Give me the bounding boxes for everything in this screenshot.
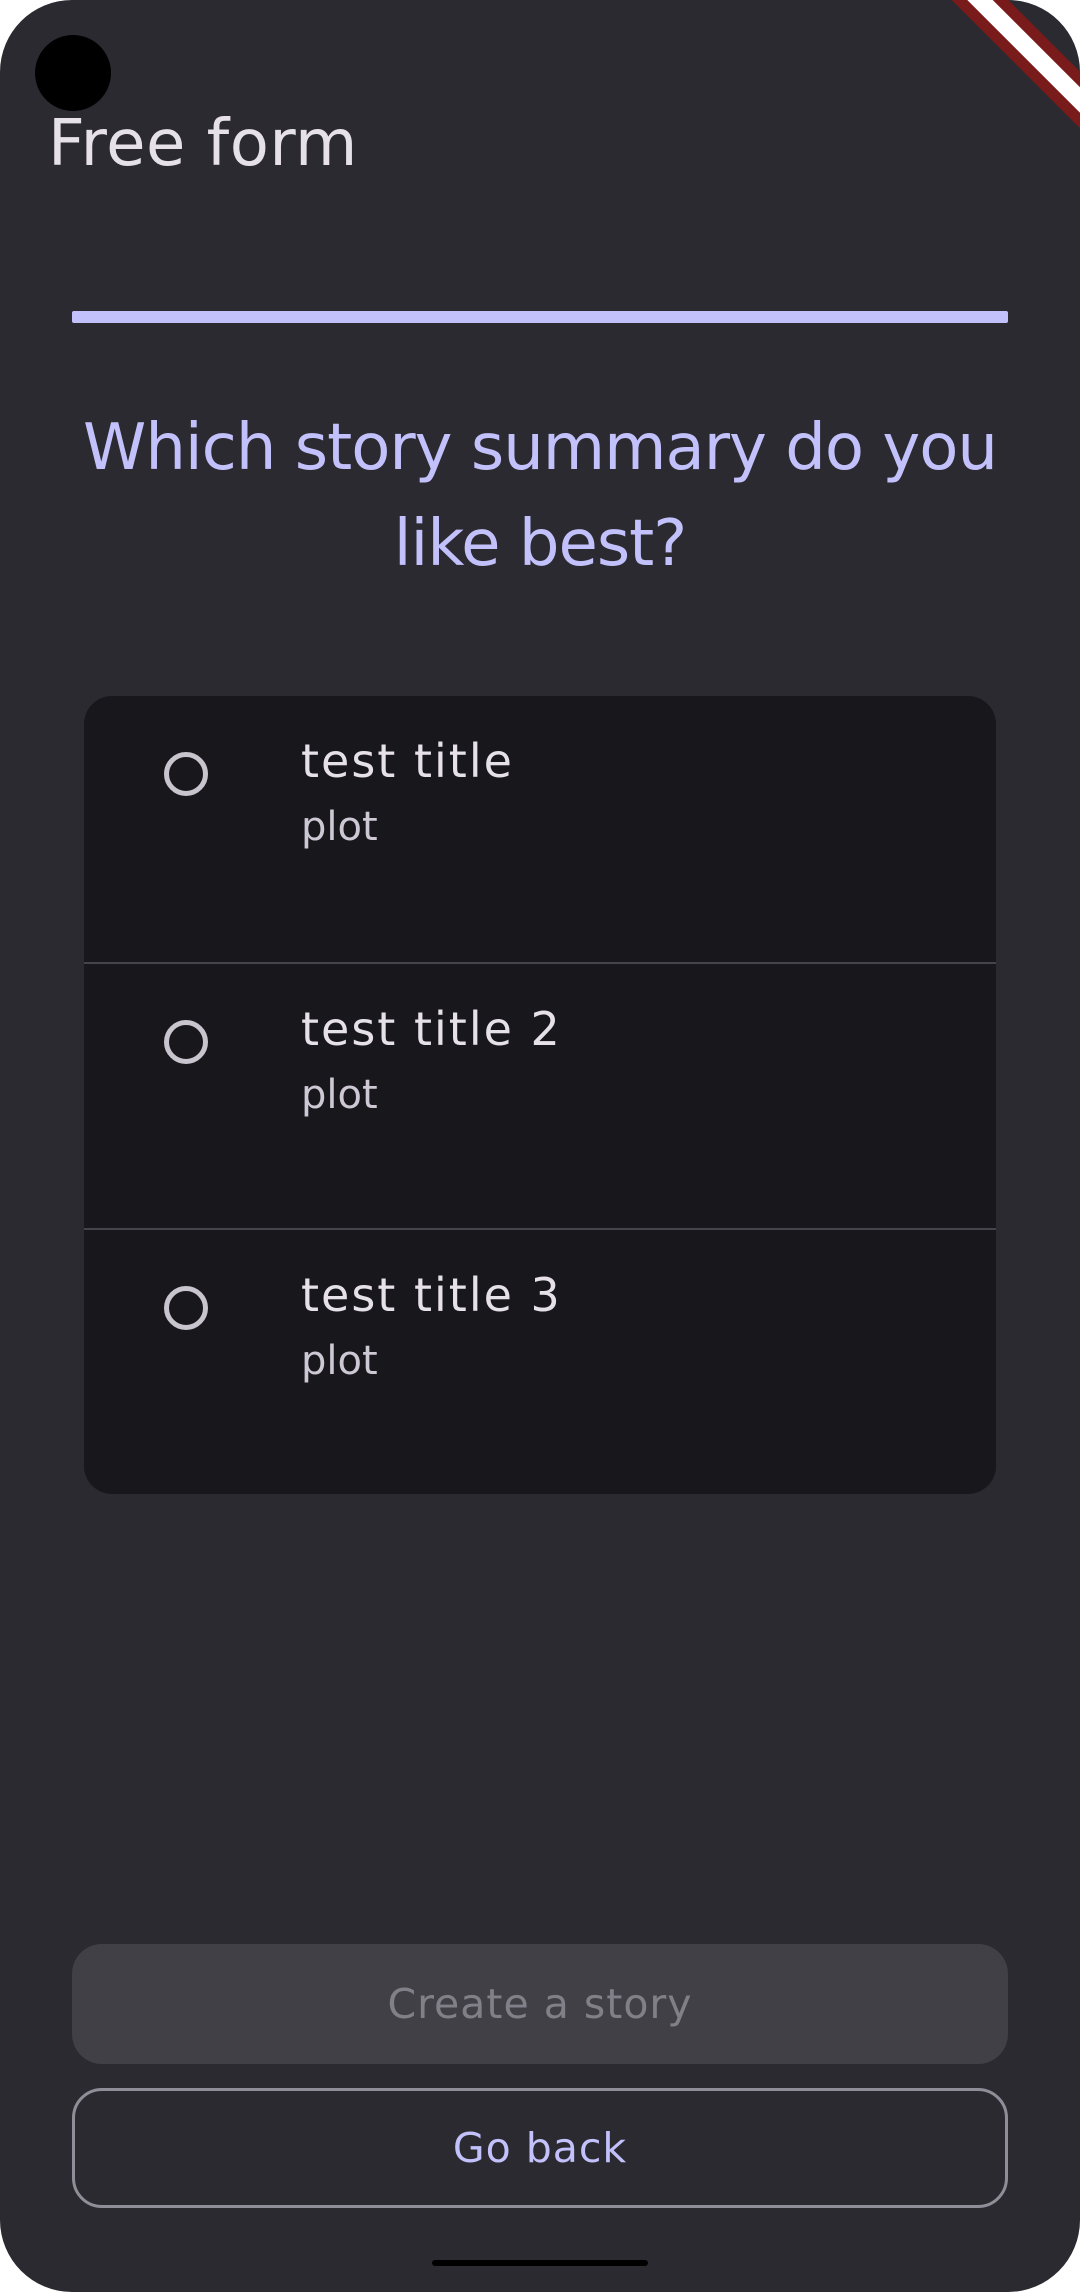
progress-bar-fill (72, 311, 1008, 323)
option-item-3[interactable]: test title 3 plot (84, 1228, 996, 1494)
radio-unchecked-icon[interactable] (164, 752, 208, 796)
radio-unchecked-icon[interactable] (164, 1286, 208, 1330)
option-title: test title 3 (301, 1268, 562, 1322)
question-heading: Which story summary do you like best? (83, 411, 998, 581)
option-title: test title (301, 734, 514, 788)
go-back-button[interactable]: Go back (72, 2088, 1008, 2208)
create-story-button[interactable]: Create a story (72, 1944, 1008, 2064)
option-plot: plot (301, 1072, 378, 1118)
option-item-1[interactable]: test title plot (84, 696, 996, 962)
camera-cutout (35, 35, 111, 111)
option-plot: plot (301, 804, 378, 850)
debug-banner (921, 0, 1080, 169)
option-plot: plot (301, 1338, 378, 1384)
home-indicator[interactable] (432, 2260, 648, 2266)
radio-unchecked-icon[interactable] (164, 1020, 208, 1064)
option-title: test title 2 (301, 1002, 562, 1056)
options-list: test title plot test title 2 plot test t… (84, 696, 996, 1494)
debug-banner-stripe (929, 0, 1080, 161)
progress-bar (72, 311, 1008, 323)
page-title: Free form (48, 107, 358, 181)
phone-screen: Free form Which story summary do you lik… (0, 0, 1080, 2292)
option-item-2[interactable]: test title 2 plot (84, 962, 996, 1228)
